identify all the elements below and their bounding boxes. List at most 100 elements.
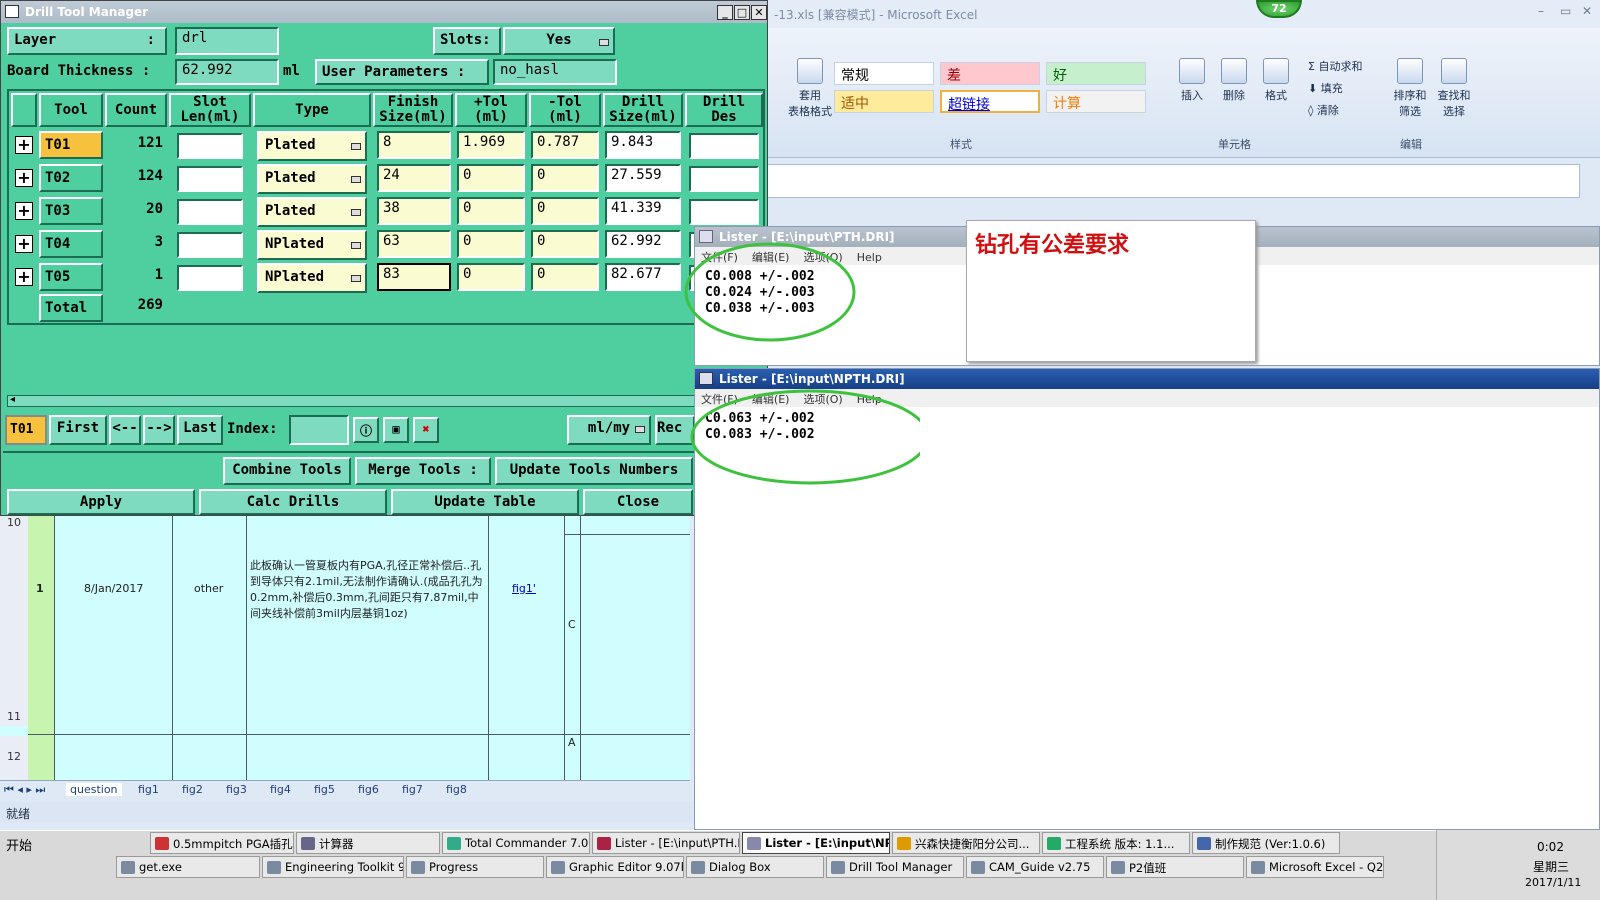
taskbar-item[interactable]: 工程系统 版本: 1.1...	[1042, 832, 1190, 854]
delete-button[interactable]: 删除	[1214, 58, 1254, 103]
next-button[interactable]: -->	[143, 415, 175, 445]
taskbar-item[interactable]: Progress	[406, 856, 544, 878]
taskbar-item[interactable]: 兴森快捷衡阳分公司...	[892, 832, 1040, 854]
autosum-button[interactable]: Σ 自动求和	[1308, 58, 1388, 74]
drill-des-input[interactable]	[689, 199, 759, 225]
drill-size-input[interactable]: 27.559	[605, 164, 681, 192]
type-dropdown[interactable]: NPlated	[257, 263, 367, 293]
units-dropdown[interactable]: ml/my	[567, 415, 651, 445]
taskbar-item[interactable]: Dialog Box	[686, 856, 824, 878]
cell-num[interactable]: 1	[36, 582, 44, 595]
sheet-tab[interactable]: fig8	[446, 783, 467, 796]
slot-len-input[interactable]	[177, 166, 243, 192]
start-button[interactable]: 开始	[2, 832, 50, 854]
update-table-button[interactable]: Update Table	[391, 489, 579, 515]
info-icon[interactable]: ⓘ	[353, 417, 379, 443]
taskbar-item[interactable]: 计算器	[296, 832, 440, 854]
sheet-tab[interactable]: fig7	[402, 783, 423, 796]
sheet-tab[interactable]: fig6	[358, 783, 379, 796]
taskbar-item[interactable]: Drill Tool Manager	[826, 856, 964, 878]
scroll-left-icon[interactable]: ◂	[10, 394, 15, 405]
minus-tol-input[interactable]: 0	[531, 164, 599, 192]
minus-tol-input[interactable]: 0.787	[531, 131, 599, 159]
slot-len-input[interactable]	[177, 133, 243, 159]
drill-size-input[interactable]: 62.992	[605, 230, 681, 258]
minus-tol-input[interactable]: 0	[531, 263, 599, 291]
cell-a[interactable]: A	[568, 736, 576, 749]
style-hyperlink[interactable]: 超链接	[940, 90, 1040, 113]
horizontal-scrollbar[interactable]: ◂	[7, 394, 757, 407]
plus-tol-input[interactable]: 0	[457, 263, 525, 291]
row-12[interactable]: 12	[0, 736, 28, 780]
finish-size-input[interactable]: 63	[377, 230, 451, 258]
row-10[interactable]: 10 11	[0, 516, 28, 726]
cell-c[interactable]: C	[568, 618, 576, 631]
combine-tools-button[interactable]: Combine Tools	[223, 457, 351, 485]
taskbar-item[interactable]: Engineering Toolkit 9....	[262, 856, 404, 878]
taskbar-item[interactable]: 制作规范 (Ver:1.0.6)	[1192, 832, 1340, 854]
drill-des-input[interactable]	[689, 133, 759, 159]
tool-name[interactable]: T03	[39, 197, 103, 225]
expand-icon[interactable]: +	[15, 169, 33, 187]
taskbar-item[interactable]: P2值班	[1106, 856, 1244, 878]
sheet-tab[interactable]: fig4	[270, 783, 291, 796]
sheet-tab[interactable]: fig3	[226, 783, 247, 796]
finish-size-input[interactable]: 83	[377, 263, 451, 291]
type-dropdown[interactable]: Plated	[257, 164, 367, 194]
index-input[interactable]	[289, 415, 349, 445]
formula-bar[interactable]	[760, 164, 1580, 198]
cell-description[interactable]: 此板确认一管夏板内有PGA,孔径正常补偿后..孔到导体只有2.1mil,无法制作…	[250, 558, 486, 622]
tool-name[interactable]: T02	[39, 164, 103, 192]
insert-button[interactable]: 插入	[1172, 58, 1212, 103]
style-good[interactable]: 好	[1046, 62, 1146, 85]
table-format-button[interactable]: 套用 表格格式	[780, 58, 840, 119]
sheet-tab[interactable]: fig1	[138, 783, 159, 796]
taskbar-item[interactable]: Total Commander 7.0 p...	[442, 832, 590, 854]
drill-size-input[interactable]: 41.339	[605, 197, 681, 225]
tool-name[interactable]: T04	[39, 230, 103, 258]
type-dropdown[interactable]: Plated	[257, 197, 367, 227]
clock-time[interactable]: 0:02	[1537, 840, 1564, 854]
minus-tol-input[interactable]: 0	[531, 230, 599, 258]
last-button[interactable]: Last	[177, 415, 223, 445]
user-params-input[interactable]: no_hasl	[493, 59, 617, 85]
sheet-tab[interactable]: question	[66, 783, 122, 796]
sort-filter-button[interactable]: 排序和 筛选	[1388, 58, 1432, 119]
board-thickness-input[interactable]: 62.992	[175, 59, 279, 85]
finish-size-input[interactable]: 38	[377, 197, 451, 225]
taskbar-item[interactable]: Microsoft Excel - Q28...	[1246, 856, 1384, 878]
taskbar-item[interactable]: 0.5mmpitch PGA插孔...	[150, 832, 294, 854]
expand-icon[interactable]: +	[15, 235, 33, 253]
find-select-button[interactable]: 查找和 选择	[1432, 58, 1476, 119]
plus-tol-input[interactable]: 0	[457, 197, 525, 225]
slot-len-input[interactable]	[177, 199, 243, 225]
minimize-button[interactable]: _	[717, 5, 733, 20]
taskbar-item[interactable]: get.exe	[116, 856, 260, 878]
cell-fig-link[interactable]: fig1'	[512, 582, 536, 595]
layer-input[interactable]: drl	[175, 27, 279, 55]
format-button[interactable]: 格式	[1256, 58, 1296, 103]
tool-name[interactable]: T05	[39, 263, 103, 291]
sheet-nav-icon[interactable]: ⏮ ◂ ▸ ⏭	[4, 783, 45, 797]
close-button[interactable]: ✕	[751, 5, 767, 20]
type-dropdown[interactable]: NPlated	[257, 230, 367, 260]
maximize-button[interactable]: □	[734, 5, 750, 20]
close-dtm-button[interactable]: Close	[583, 489, 693, 515]
expand-icon[interactable]: +	[15, 268, 33, 286]
style-neutral[interactable]: 适中	[834, 90, 934, 113]
tool-name[interactable]: T01	[39, 131, 103, 159]
plus-tol-input[interactable]: 0	[457, 164, 525, 192]
type-dropdown[interactable]: Plated	[257, 131, 367, 161]
apply-button[interactable]: Apply	[7, 489, 195, 515]
plus-tol-input[interactable]: 0	[457, 230, 525, 258]
expand-icon[interactable]: +	[15, 136, 33, 154]
calc-drills-button[interactable]: Calc Drills	[199, 489, 387, 515]
plus-tol-input[interactable]: 1.969	[457, 131, 525, 159]
slot-len-input[interactable]	[177, 265, 243, 291]
style-calc[interactable]: 计算	[1046, 90, 1146, 113]
taskbar-item[interactable]: Graphic Editor 9.07b...	[546, 856, 684, 878]
drill-size-input[interactable]: 82.677	[605, 263, 681, 291]
cell-date[interactable]: 8/Jan/2017	[84, 582, 143, 595]
taskbar-item[interactable]: Lister - [E:\input\PTH.D...	[592, 832, 740, 854]
update-tools-numbers-button[interactable]: Update Tools Numbers	[495, 457, 693, 485]
